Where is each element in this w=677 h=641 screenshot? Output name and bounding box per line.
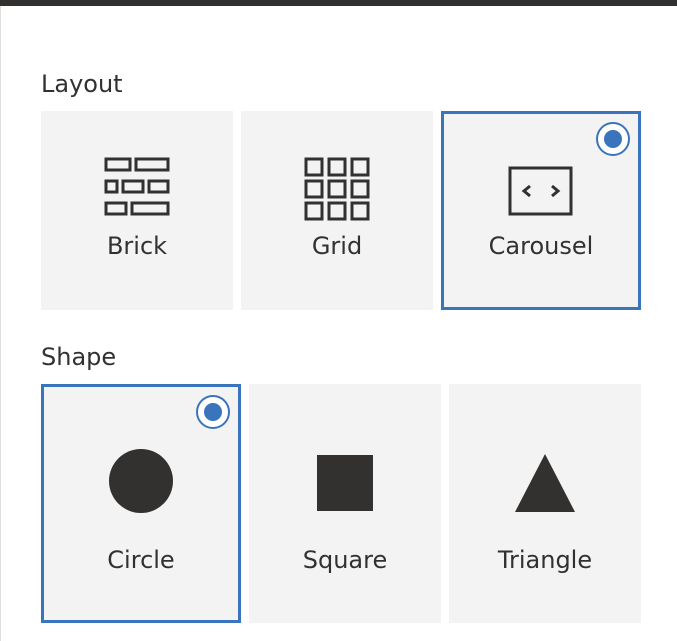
square-shape-icon	[316, 454, 374, 516]
brick-layout-icon	[104, 157, 170, 221]
shape-option-triangle[interactable]: Triangle	[449, 384, 641, 623]
panel-left-border	[0, 6, 1, 641]
grid-layout-icon	[304, 157, 370, 225]
shape-option-square[interactable]: Square	[249, 384, 441, 623]
triangle-shape-icon	[514, 452, 576, 518]
layout-option-carousel-label: Carousel	[488, 232, 594, 260]
layout-option-brick-label: Brick	[106, 232, 168, 260]
layout-option-grid[interactable]: Grid	[241, 111, 433, 310]
layout-option-brick[interactable]: Brick	[41, 111, 233, 310]
layout-option-group: Brick Grid Carousel	[41, 111, 649, 310]
shape-option-circle-label: Circle	[107, 546, 175, 574]
layout-option-carousel[interactable]: Carousel	[441, 111, 641, 310]
carousel-layout-icon	[508, 166, 574, 222]
layout-section-label: Layout	[41, 70, 123, 98]
shape-option-circle[interactable]: Circle	[41, 384, 241, 623]
shape-section-label: Shape	[41, 343, 117, 371]
shape-option-square-label: Square	[302, 546, 388, 574]
top-bar	[0, 0, 677, 6]
circle-shape-icon	[108, 448, 174, 518]
shape-option-group: Circle Square Triangle	[41, 384, 649, 623]
layout-option-grid-label: Grid	[311, 232, 363, 260]
selected-radio-indicator	[196, 395, 230, 429]
selected-radio-indicator	[596, 122, 630, 156]
shape-option-triangle-label: Triangle	[497, 546, 593, 574]
